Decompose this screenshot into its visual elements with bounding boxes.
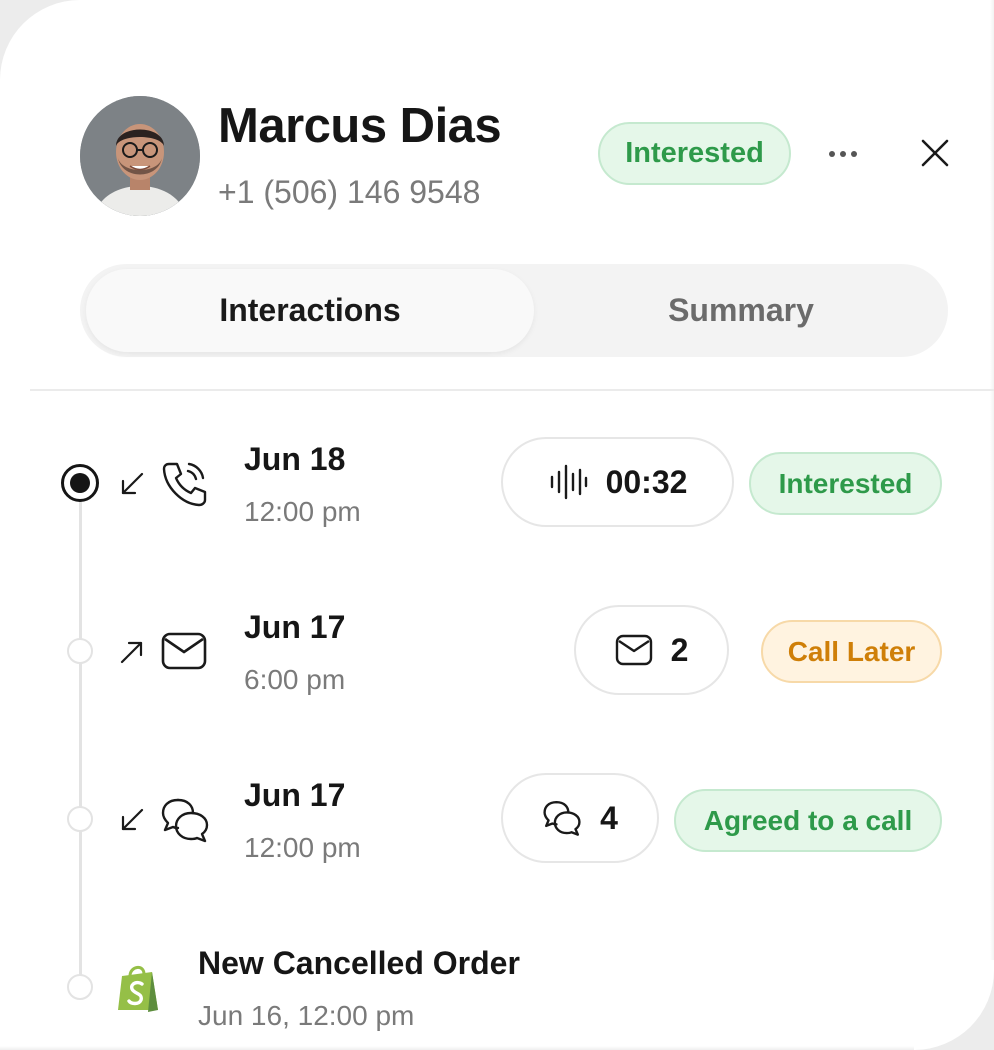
divider <box>30 389 994 391</box>
timeline-dot <box>67 638 93 664</box>
tab-interactions[interactable]: Interactions <box>86 269 534 352</box>
timeline-dot <box>67 974 93 1000</box>
incoming-arrow-icon <box>121 472 144 495</box>
outgoing-arrow-icon <box>120 641 143 664</box>
panel-edge <box>990 0 994 960</box>
interaction-time: 6:00 pm <box>244 664 346 695</box>
interaction-date: Jun 18 <box>244 441 346 477</box>
email-count-button[interactable]: 2 <box>574 605 729 695</box>
chat-icon <box>543 800 581 836</box>
timeline-dot-active <box>61 464 99 502</box>
chat-count-button[interactable]: 4 <box>501 773 659 863</box>
email-count: 2 <box>670 631 689 668</box>
tab-summary[interactable]: Summary <box>534 264 948 357</box>
timeline-line <box>79 484 82 989</box>
chat-icon <box>161 798 209 843</box>
interaction-date: Jun 17 <box>244 777 346 813</box>
interaction-time: 12:00 pm <box>244 832 361 863</box>
contact-status-badge[interactable]: Interested <box>598 122 791 185</box>
interaction-status-badge[interactable]: Interested <box>749 452 942 515</box>
timeline-dot <box>67 806 93 832</box>
phone-call-icon <box>162 462 207 507</box>
more-options-button[interactable] <box>822 140 864 168</box>
audio-waveform-icon <box>550 464 587 500</box>
more-dots-icon <box>851 151 857 157</box>
more-dots-icon <box>829 151 835 157</box>
contact-name: Marcus Dias <box>218 99 502 153</box>
recording-button[interactable]: 00:32 <box>501 437 734 527</box>
chat-count: 4 <box>600 799 618 836</box>
email-icon <box>161 632 207 670</box>
close-icon <box>921 139 949 167</box>
avatar <box>80 96 200 216</box>
email-icon <box>615 634 652 666</box>
close-button[interactable] <box>917 135 953 171</box>
order-event-datetime: Jun 16, 12:00 pm <box>198 1000 415 1031</box>
tab-bar: Interactions Summary <box>80 264 948 357</box>
incoming-arrow-icon <box>121 808 144 831</box>
call-duration: 00:32 <box>605 463 688 500</box>
interaction-status-badge[interactable]: Call Later <box>761 620 942 683</box>
panel-edge <box>0 1046 914 1050</box>
interaction-status-badge[interactable]: Agreed to a call <box>674 789 942 852</box>
contact-phone: +1 (506) 146 9548 <box>218 174 481 210</box>
order-event-title: New Cancelled Order <box>198 945 520 981</box>
more-dots-icon <box>840 151 846 157</box>
contact-panel: Marcus Dias +1 (506) 146 9548 Interested… <box>0 0 994 1050</box>
shopify-icon <box>118 966 158 1012</box>
interaction-date: Jun 17 <box>244 609 346 645</box>
interaction-time: 12:00 pm <box>244 496 361 527</box>
